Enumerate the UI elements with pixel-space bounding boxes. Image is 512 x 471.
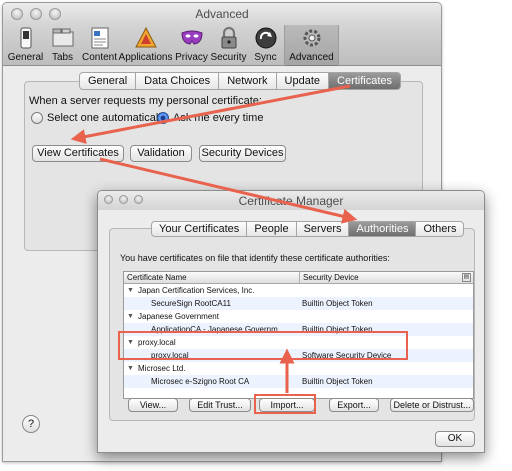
applications-icon [134,26,157,48]
view-certificates-button[interactable]: View Certificates [32,145,124,162]
window-title: Certificate Manager [238,194,344,208]
radio-button[interactable] [31,112,43,124]
column-certificate-name[interactable]: Certificate Name [127,273,187,282]
certificate-request-prompt: When a server requests my personal certi… [29,95,262,107]
tab-network[interactable]: Network [219,73,277,89]
toolbar-general[interactable]: General [7,25,44,66]
import-button-highlight [254,394,316,414]
disclosure-triangle-icon[interactable]: ▼ [127,362,134,375]
column-picker-icon[interactable]: ▤ [462,273,471,282]
content-icon [91,27,108,49]
validation-button[interactable]: Validation [130,145,192,162]
radio-ask-every-time[interactable]: Ask me every time [157,112,263,124]
export-button[interactable]: Export... [329,398,379,412]
switch-icon [20,27,31,49]
sync-icon [255,27,276,49]
tabs-icon [52,28,73,47]
tab-data-choices[interactable]: Data Choices [136,73,220,89]
table-row[interactable]: SecureSign RootCA11 Builtin Object Token [124,297,473,310]
disclosure-triangle-icon[interactable]: ▼ [127,284,134,297]
tab-others[interactable]: Others [416,222,463,236]
toolbar-privacy[interactable]: Privacy [173,25,210,66]
help-button[interactable]: ? [22,415,40,433]
toolbar-tabs[interactable]: Tabs [44,25,81,66]
disclosure-triangle-icon[interactable]: ▼ [127,310,134,323]
table-header: Certificate Name Security Device ▤ [124,272,473,284]
certificate-manager-titlebar: Certificate Manager [98,191,484,210]
gear-icon [303,29,320,47]
table-row[interactable]: Microsec e-Szigno Root CA Builtin Object… [124,375,473,388]
edit-trust-button[interactable]: Edit Trust... [189,398,251,412]
proxy-local-highlight [118,331,408,360]
toolbar-sync[interactable]: Sync [247,25,284,66]
toolbar-advanced[interactable]: Advanced [284,25,339,66]
certificate-manager-tabs: Your Certificates People Servers Authori… [151,221,465,237]
window-title: Advanced [195,7,249,21]
view-button[interactable]: View... [128,398,178,412]
toolbar-security[interactable]: Security [210,25,247,66]
authorities-intro-text: You have certificates on file that ident… [120,253,390,263]
tab-servers[interactable]: Servers [297,222,350,236]
table-row[interactable]: ▼ Japanese Government [124,310,473,323]
advanced-titlebar: Advanced [3,3,441,25]
security-devices-button[interactable]: Security Devices [199,145,286,162]
tab-general[interactable]: General [80,73,137,89]
delete-or-distrust-button[interactable]: Delete or Distrust... [390,398,474,412]
tab-authorities[interactable]: Authorities [349,222,417,236]
privacy-mask-icon [180,30,203,45]
tab-certificates[interactable]: Certificates [329,73,401,89]
radio-button-selected[interactable] [157,112,169,124]
tab-update[interactable]: Update [277,73,330,89]
table-row[interactable]: ▼ Japan Certification Services, Inc. [124,284,473,297]
radio-select-automatically[interactable]: Select one automatically [31,112,166,124]
tab-your-certificates[interactable]: Your Certificates [152,222,248,236]
toolbar-content[interactable]: Content [81,25,118,66]
toolbar-applications[interactable]: Applications [118,25,173,66]
lock-icon [221,26,236,49]
tab-people[interactable]: People [247,222,297,236]
preferences-toolbar: General Tabs Content Applications Privac… [3,25,441,66]
ok-button[interactable]: OK [435,431,475,447]
advanced-tabs: General Data Choices Network Update Cert… [79,72,402,90]
column-security-device[interactable]: Security Device [299,272,359,283]
table-row[interactable]: ▼ Microsec Ltd. [124,362,473,375]
